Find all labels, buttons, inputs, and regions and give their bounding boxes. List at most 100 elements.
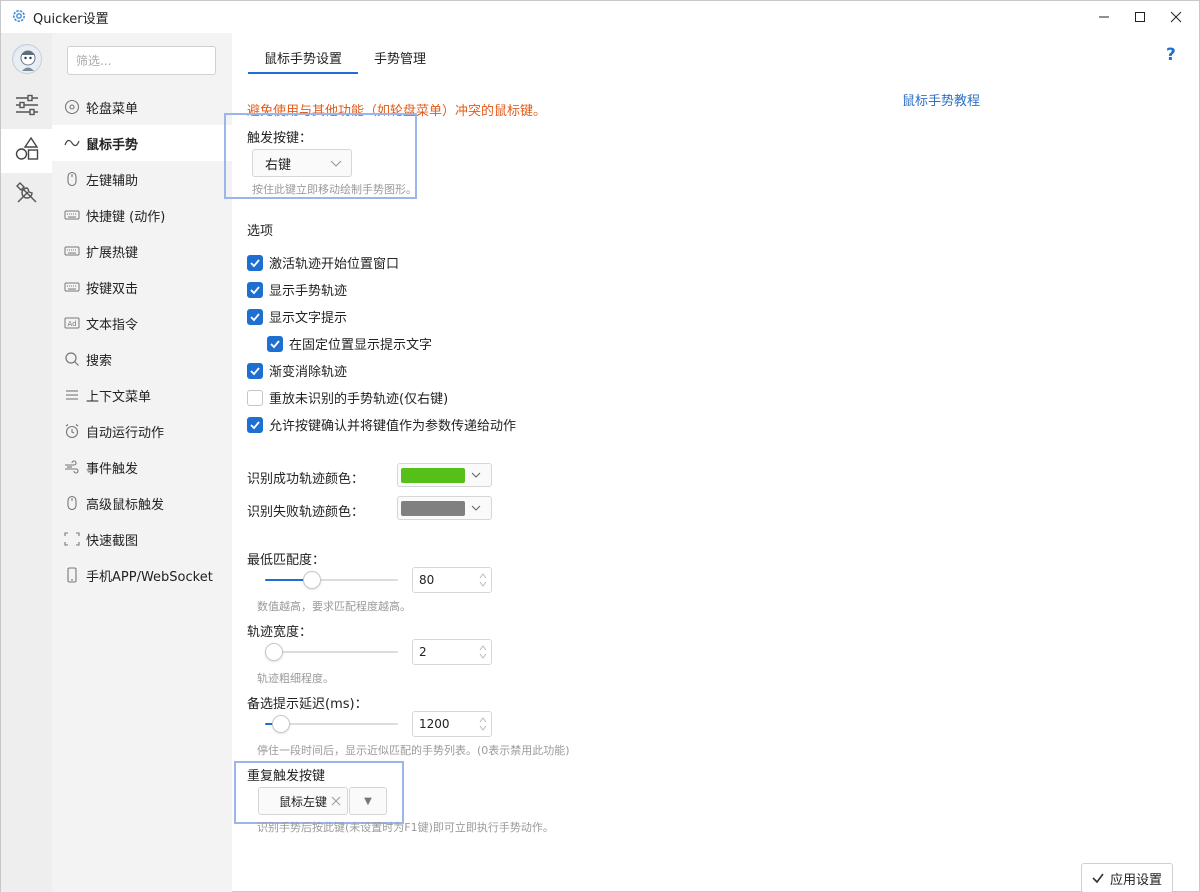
delay-label: 备选提示延迟(ms)： (247, 697, 368, 712)
nav-item-left-click-assist[interactable]: 左键辅助 (52, 161, 232, 197)
settings-window: Quicker设置 筛选... 轮盘菜单 鼠标手势 左键辅助 快捷键 (动作) … (0, 0, 1200, 892)
nav-item-label: 手机APP/WebSocket (86, 569, 213, 585)
rail-settings-button[interactable] (1, 85, 52, 129)
close-button[interactable] (1153, 1, 1199, 33)
nav-item-search[interactable]: 搜索 (52, 341, 232, 377)
chevron-down-icon (329, 156, 343, 170)
nav-item-wheel-menu[interactable]: 轮盘菜单 (52, 89, 232, 125)
nav-item-event-trigger[interactable]: 事件触发 (52, 449, 232, 485)
gesture-tutorial-link[interactable]: 鼠标手势教程 (902, 90, 980, 109)
svg-text:Ad: Ad (67, 320, 76, 328)
avatar[interactable] (12, 44, 42, 74)
checkbox-checked[interactable] (247, 281, 263, 298)
repeat-key-tag[interactable]: 鼠标左键 (258, 787, 348, 815)
nav-item-key-double-click[interactable]: 按键双击 (52, 269, 232, 305)
nav-item-mobile-websocket[interactable]: 手机APP/WebSocket (52, 557, 232, 593)
trail-width-hint: 轨迹粗细程度。 (257, 672, 334, 685)
option-label: 显示文字提示 (269, 311, 348, 326)
min-match-slider[interactable] (265, 570, 398, 590)
option-fade-trail[interactable]: 渐变消除轨迹 (247, 361, 347, 380)
slider-thumb[interactable] (265, 643, 283, 661)
ad-text-icon: Ad (64, 315, 80, 331)
fail-color-picker[interactable] (397, 496, 492, 520)
nav-item-extended-hotkey[interactable]: 扩展热键 (52, 233, 232, 269)
close-icon[interactable] (329, 794, 343, 808)
keyboard-icon (64, 279, 80, 295)
slider-thumb[interactable] (302, 571, 321, 589)
checkbox-unchecked[interactable] (247, 389, 263, 406)
nav-panel: 轮盘菜单 鼠标手势 左键辅助 快捷键 (动作) 扩展热键 按键双击 Ad 文本指… (52, 33, 232, 892)
success-color-picker[interactable] (397, 463, 492, 487)
sliders-icon (14, 94, 40, 120)
nav-item-mouse-gesture[interactable]: 鼠标手势 (52, 125, 232, 161)
alarm-clock-icon (64, 423, 80, 439)
checkbox-checked[interactable] (247, 254, 263, 271)
min-match-value: 80 (419, 573, 435, 587)
checkbox-checked[interactable] (247, 308, 263, 325)
option-fixed-position-hint[interactable]: 在固定位置显示提示文字 (267, 334, 432, 353)
wheel-icon (64, 99, 80, 115)
gear-icon (11, 8, 27, 24)
wind-icon (64, 459, 80, 475)
nav-item-label: 左键辅助 (86, 173, 139, 189)
rail-tools-button[interactable] (1, 173, 52, 217)
chevron-down-icon (469, 501, 483, 515)
triangle-down-icon: ▼ (364, 795, 372, 807)
spin-arrows-icon[interactable] (478, 643, 488, 661)
filter-input[interactable] (67, 46, 216, 75)
trigger-key-hint: 按住此键立即移动绘制手势图形。 (252, 183, 417, 196)
gesture-wave-icon (64, 135, 80, 151)
checkbox-checked[interactable] (247, 362, 263, 379)
min-match-spinbox[interactable]: 80 (412, 567, 492, 593)
trail-width-value: 2 (419, 645, 427, 659)
trigger-key-combobox[interactable]: 右键 (252, 149, 352, 177)
option-replay-unrecognized[interactable]: 重放未识别的手势轨迹(仅右键) (247, 388, 448, 407)
checkbox-checked[interactable] (267, 335, 283, 352)
shapes-icon (14, 136, 40, 166)
nav-item-context-menu[interactable]: 上下文菜单 (52, 377, 232, 413)
title-bar: Quicker设置 (1, 1, 1199, 33)
spin-arrows-icon[interactable] (478, 571, 488, 589)
option-label: 激活轨迹开始位置窗口 (269, 257, 400, 272)
delay-slider[interactable] (265, 714, 398, 734)
trail-width-spinbox[interactable]: 2 (412, 639, 492, 665)
option-label: 显示手势轨迹 (269, 284, 348, 299)
option-key-confirm-param[interactable]: 允许按键确认并将键值作为参数传递给动作 (247, 415, 516, 434)
window-title: Quicker设置 (33, 12, 109, 27)
min-match-hint: 数值越高，要求匹配程度越高。 (257, 600, 411, 613)
apply-settings-button[interactable]: 应用设置 (1081, 863, 1174, 892)
nav-item-label: 轮盘菜单 (86, 101, 139, 117)
option-label: 渐变消除轨迹 (269, 365, 348, 380)
repeat-key-dropdown-button[interactable]: ▼ (349, 787, 387, 815)
nav-item-label: 鼠标手势 (86, 137, 139, 153)
option-label: 重放未识别的手势轨迹(仅右键) (269, 392, 449, 407)
nav-item-auto-run[interactable]: 自动运行动作 (52, 413, 232, 449)
option-show-text-hint[interactable]: 显示文字提示 (247, 307, 347, 326)
search-icon (64, 351, 80, 367)
option-show-trail[interactable]: 显示手势轨迹 (247, 280, 347, 299)
tab-gesture-manage[interactable]: 手势管理 (358, 45, 442, 74)
spin-arrows-icon[interactable] (478, 715, 488, 733)
checkbox-checked[interactable] (247, 416, 263, 433)
trail-width-slider[interactable] (265, 642, 398, 662)
nav-item-advanced-mouse[interactable]: 高级鼠标触发 (52, 485, 232, 521)
delay-spinbox[interactable]: 1200 (412, 711, 492, 737)
slider-thumb[interactable] (271, 715, 290, 733)
tab-gesture-settings[interactable]: 鼠标手势设置 (248, 45, 359, 74)
option-activate-window[interactable]: 激活轨迹开始位置窗口 (247, 253, 399, 272)
nav-item-hotkey-action[interactable]: 快捷键 (动作) (52, 197, 232, 233)
nav-item-label: 快捷键 (动作) (86, 209, 166, 225)
fail-color-label: 识别失败轨迹颜色： (247, 505, 365, 520)
menu-lines-icon (64, 387, 80, 403)
rail-triggers-button[interactable] (1, 129, 52, 173)
wrench-screwdriver-icon (14, 180, 40, 210)
nav-item-quick-screenshot[interactable]: 快速截图 (52, 521, 232, 557)
option-label: 在固定位置显示提示文字 (289, 338, 433, 353)
help-button[interactable]: ? (1166, 45, 1176, 65)
nav-item-label: 按键双击 (86, 281, 139, 297)
check-icon (1090, 870, 1106, 886)
repeat-key-hint: 识别手势后按此键(未设置时为F1键)即可立即执行手势动作。 (257, 821, 554, 834)
phone-icon (64, 567, 80, 583)
repeat-key-value: 鼠标左键 (279, 794, 328, 809)
nav-item-text-command[interactable]: Ad 文本指令 (52, 305, 232, 341)
